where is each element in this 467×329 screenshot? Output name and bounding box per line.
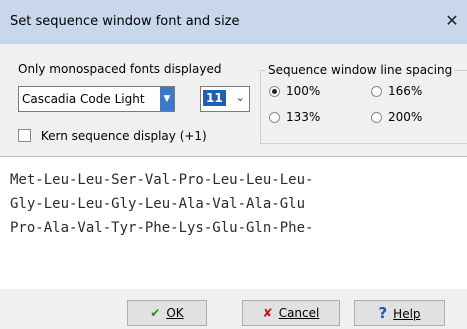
font-size-value: 11 bbox=[203, 90, 226, 106]
sequence-line: Gly-Leu-Leu-Gly-Leu-Ala-Val-Ala-Glu bbox=[10, 196, 306, 212]
font-list-label: Only monospaced fonts displayed bbox=[18, 62, 222, 76]
spacing-radio-label: 200% bbox=[388, 110, 423, 124]
dialog-title: Set sequence window font and size bbox=[10, 14, 240, 29]
chevron-down-icon[interactable]: ⌄ bbox=[236, 91, 245, 104]
sequence-line: Met-Leu-Leu-Ser-Val-Pro-Leu-Leu-Leu- bbox=[10, 172, 314, 188]
settings-panel: Only monospaced fonts displayed Cascadia… bbox=[0, 44, 467, 157]
font-size-dropdown[interactable]: 11 ⌄ bbox=[200, 86, 250, 112]
cancel-button-label: Cancel bbox=[278, 306, 320, 320]
font-dropdown-value: Cascadia Code Light bbox=[22, 92, 145, 106]
spacing-radio-200[interactable]: 200% bbox=[371, 110, 422, 124]
spacing-radio-166[interactable]: 166% bbox=[371, 84, 422, 98]
font-dropdown[interactable]: Cascadia Code Light ▼ bbox=[18, 86, 175, 112]
spacing-radio-label: 166% bbox=[388, 84, 423, 98]
ok-button-label: OK bbox=[166, 306, 184, 320]
checkmark-icon: ✔ bbox=[150, 306, 161, 320]
chevron-down-icon[interactable]: ▼ bbox=[160, 87, 174, 111]
title-bar: Set sequence window font and size ✕ bbox=[0, 0, 467, 44]
radio-unchecked-icon[interactable] bbox=[371, 112, 382, 123]
question-icon: ? bbox=[378, 304, 388, 322]
line-spacing-group: Sequence window line spacing 100% 166% 1… bbox=[260, 63, 467, 144]
sequence-line: Pro-Ala-Val-Tyr-Phe-Lys-Glu-Gln-Phe- bbox=[10, 220, 314, 236]
spacing-radio-label: 100% bbox=[286, 84, 321, 98]
button-bar: ✔ OK ✘ Cancel ? Help bbox=[0, 289, 467, 329]
ok-button[interactable]: ✔ OK bbox=[127, 300, 207, 326]
font-size-dialog: Set sequence window font and size ✕ Only… bbox=[0, 0, 467, 329]
sequence-preview: Met-Leu-Leu-Ser-Val-Pro-Leu-Leu-Leu- Gly… bbox=[0, 157, 467, 289]
help-button-label: Help bbox=[393, 307, 421, 321]
cancel-button[interactable]: ✘ Cancel bbox=[242, 300, 340, 326]
kern-checkbox[interactable] bbox=[18, 129, 31, 142]
line-spacing-legend: Sequence window line spacing bbox=[266, 63, 455, 77]
radio-checked-icon[interactable] bbox=[269, 86, 280, 97]
spacing-radio-100[interactable]: 100% bbox=[269, 84, 320, 98]
radio-unchecked-icon[interactable] bbox=[371, 86, 382, 97]
kern-checkbox-row[interactable]: Kern sequence display (+1) bbox=[18, 129, 207, 143]
spacing-radio-label: 133% bbox=[286, 110, 321, 124]
spacing-radio-133[interactable]: 133% bbox=[269, 110, 320, 124]
kern-checkbox-label: Kern sequence display (+1) bbox=[40, 129, 207, 143]
x-icon: ✘ bbox=[262, 306, 273, 320]
close-icon[interactable]: ✕ bbox=[441, 10, 463, 32]
help-button[interactable]: ? Help bbox=[354, 300, 445, 326]
radio-unchecked-icon[interactable] bbox=[269, 112, 280, 123]
